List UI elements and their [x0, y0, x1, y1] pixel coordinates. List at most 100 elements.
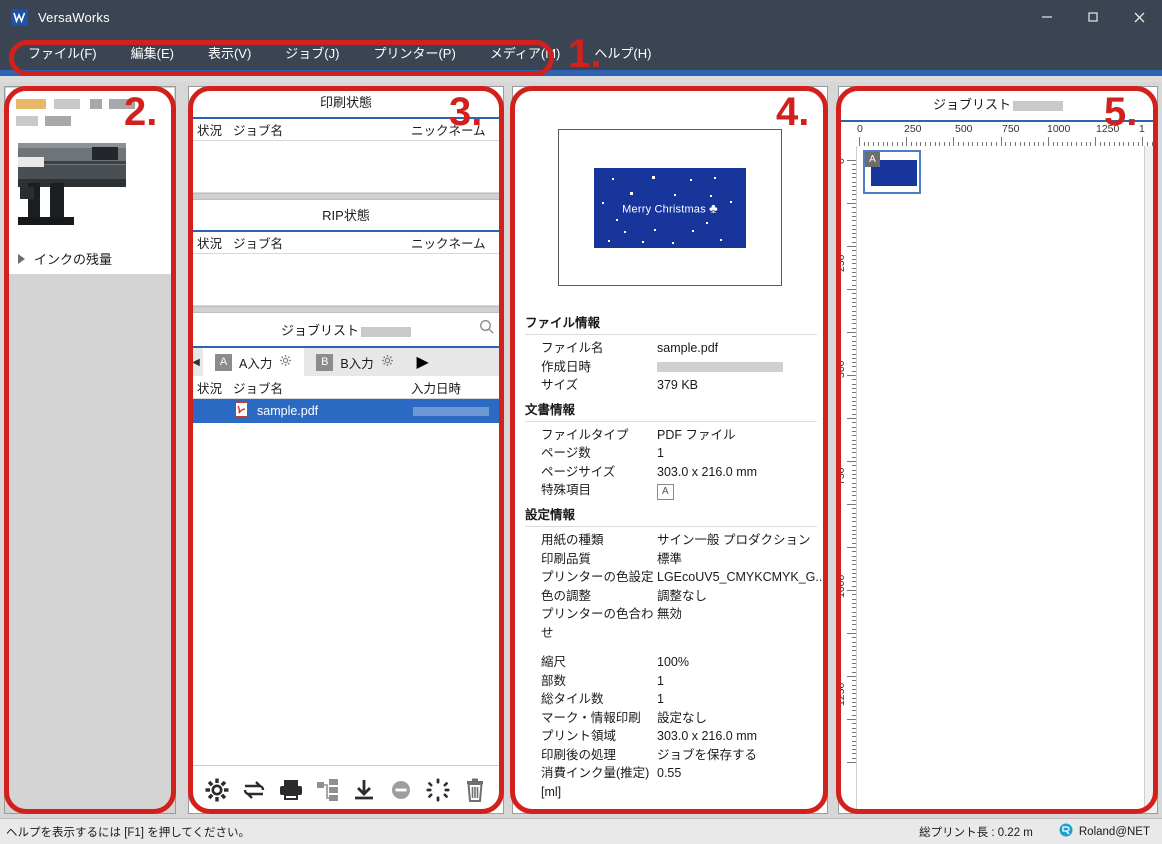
document-info-title: 文書情報 — [525, 402, 576, 417]
layout-job-thumbnail[interactable]: A — [863, 150, 921, 194]
ruler-label: 1000 — [1047, 123, 1071, 135]
close-button[interactable] — [1116, 0, 1162, 34]
search-icon[interactable] — [479, 319, 495, 338]
info-value: 303.0 x 216.0 mm — [657, 729, 758, 743]
minimize-button[interactable] — [1024, 0, 1070, 34]
menu-printer[interactable]: プリンター(P) — [359, 39, 469, 66]
col-nickname: ニックネーム — [411, 237, 486, 251]
info-value: 調整なし — [657, 588, 708, 603]
tab-input-b[interactable]: B B入力 — [304, 348, 406, 376]
info-key: 縮尺 — [541, 655, 567, 669]
layout-vertical-scrollbar[interactable] — [1144, 146, 1157, 813]
joblist-title: ジョブリスト — [280, 323, 359, 338]
roland-net-label: Roland@NET — [1078, 825, 1150, 838]
gear-icon[interactable] — [204, 777, 230, 803]
download-icon[interactable] — [351, 777, 377, 803]
print-status-rows[interactable] — [189, 141, 503, 193]
job-info: ファイル情報 ファイル名 sample.pdf 作成日時 サイズ 379 KB … — [513, 286, 827, 801]
minus-circle-icon[interactable] — [388, 777, 414, 803]
layout-canvas-area[interactable]: 0 250 500 750 1000 1250 A — [839, 146, 1157, 813]
col-input-date: 入力日時 — [411, 381, 462, 396]
info-value: 1 — [657, 692, 664, 706]
splitter-1[interactable] — [189, 193, 503, 200]
window-title: VersaWorks — [38, 9, 110, 25]
rip-status-rows[interactable] — [189, 254, 503, 306]
joblist-rows[interactable]: sample.pdf — [189, 399, 503, 765]
window-controls — [1024, 0, 1162, 34]
joblist-title-bar: ジョブリスト — [189, 313, 503, 346]
info-key: 消費インク量(推定) [ml] — [541, 766, 650, 799]
info-row: ページサイズ 303.0 x 216.0 mm — [525, 463, 827, 482]
trash-icon[interactable] — [462, 777, 488, 803]
total-print-length: 総プリント長 : 0.22 m — [919, 826, 1033, 839]
info-row: サイズ 379 KB — [525, 376, 827, 395]
preview-card: Merry Christmas ♣ — [594, 167, 746, 248]
info-row: 特殊項目 A — [525, 481, 827, 500]
table-row[interactable]: sample.pdf — [189, 399, 503, 423]
info-key: ファイル名 — [541, 341, 604, 355]
refresh-loop-icon[interactable] — [241, 777, 267, 803]
info-value: PDF ファイル — [657, 427, 736, 442]
printer-icon[interactable] — [278, 777, 304, 803]
info-value: 100% — [657, 655, 689, 669]
info-row: プリント領域 303.0 x 216.0 mm — [525, 727, 827, 746]
info-row: 印刷品質 標準 — [525, 550, 827, 569]
layout-panel: ジョブリスト 0 250 500 750 1000 1250 1 0 250 5… — [838, 86, 1158, 814]
settings-info-title: 設定情報 — [525, 508, 576, 522]
statusbar: ヘルプを表示するには [F1] を押してください。 総プリント長 : 0.22 … — [0, 818, 1162, 844]
layout-title-redacted — [1013, 100, 1063, 111]
info-row: 作成日時 — [525, 358, 827, 377]
tab-badge-b: B — [316, 353, 334, 371]
maximize-button[interactable] — [1070, 0, 1116, 34]
menu-job[interactable]: ジョブ(J) — [271, 39, 353, 66]
status-hint: ヘルプを表示するには [F1] を押してください。 — [6, 826, 251, 839]
pdf-file-icon — [235, 402, 248, 420]
tab-input-a[interactable]: A A入力 — [203, 348, 305, 376]
menu-media[interactable]: メディア(M) — [476, 39, 575, 66]
roland-net[interactable]: Roland@NET — [1059, 823, 1150, 840]
versaworks-logo-icon — [11, 8, 28, 26]
printer-photo — [18, 135, 126, 225]
info-value: 1 — [657, 673, 664, 688]
splitter-2[interactable] — [189, 306, 503, 313]
gear-icon[interactable] — [381, 354, 394, 370]
info-row: 消費インク量(推定) [ml] 0.55 — [525, 764, 827, 801]
ruler-label: 750 — [1002, 123, 1020, 135]
tile-duplicate-icon[interactable] — [315, 777, 341, 803]
annotation-number-3: 3. — [449, 90, 483, 134]
vertical-ruler[interactable]: 0 250 500 750 1000 1250 — [839, 146, 857, 813]
play-icon[interactable]: ▶ — [406, 348, 440, 376]
divider — [525, 526, 817, 527]
status-panel: 印刷状態 状況 ジョブ名 ニックネーム RIP状態 状況 ジョブ名 ニックネーム… — [188, 86, 504, 814]
info-key: 印刷後の処理 — [541, 747, 617, 762]
col-status: 状況 — [197, 124, 223, 138]
info-key: 用紙の種類 — [541, 533, 604, 547]
layout-title: ジョブリスト — [932, 97, 1011, 112]
info-value: サイン一般 プロダクション — [657, 533, 811, 547]
job-date-redacted — [413, 404, 489, 418]
ink-level-row[interactable]: インクの残量 — [6, 249, 174, 268]
menu-edit[interactable]: 編集(E) — [117, 39, 188, 66]
tree-glyph-icon: ♣ — [709, 200, 718, 215]
versaworks-window: VersaWorks ファイル(F) 編集(E) 表示(V) ジョブ(J) プリ… — [0, 0, 1162, 844]
menu-file[interactable]: ファイル(F) — [14, 39, 111, 66]
info-value: 1 — [657, 446, 664, 460]
ruler-label: 0 — [839, 158, 847, 164]
info-value: 0.55 — [657, 766, 682, 780]
tab-badge-a: A — [215, 353, 232, 371]
layout-sheet[interactable]: A — [857, 146, 1157, 813]
info-row: ページ数 1 — [525, 444, 827, 463]
menu-view[interactable]: 表示(V) — [194, 39, 265, 66]
job-preview[interactable]: Merry Christmas ♣ — [558, 129, 782, 286]
preview-card-text: Merry Christmas ♣ — [622, 200, 718, 215]
info-value: 設定なし — [657, 710, 708, 725]
spinner-icon[interactable] — [425, 777, 451, 803]
ruler-label: 500 — [955, 123, 973, 135]
tab-scroll-left[interactable]: ◀ — [189, 348, 203, 376]
joblist-tabstrip: ◀ A A入力 B B入力 ▶ — [189, 346, 503, 376]
info-row: ファイルタイプ PDF ファイル — [525, 426, 827, 445]
col-jobname: ジョブ名 — [233, 237, 284, 251]
info-row: 部数 1 — [525, 672, 827, 691]
gear-icon[interactable] — [279, 354, 292, 370]
